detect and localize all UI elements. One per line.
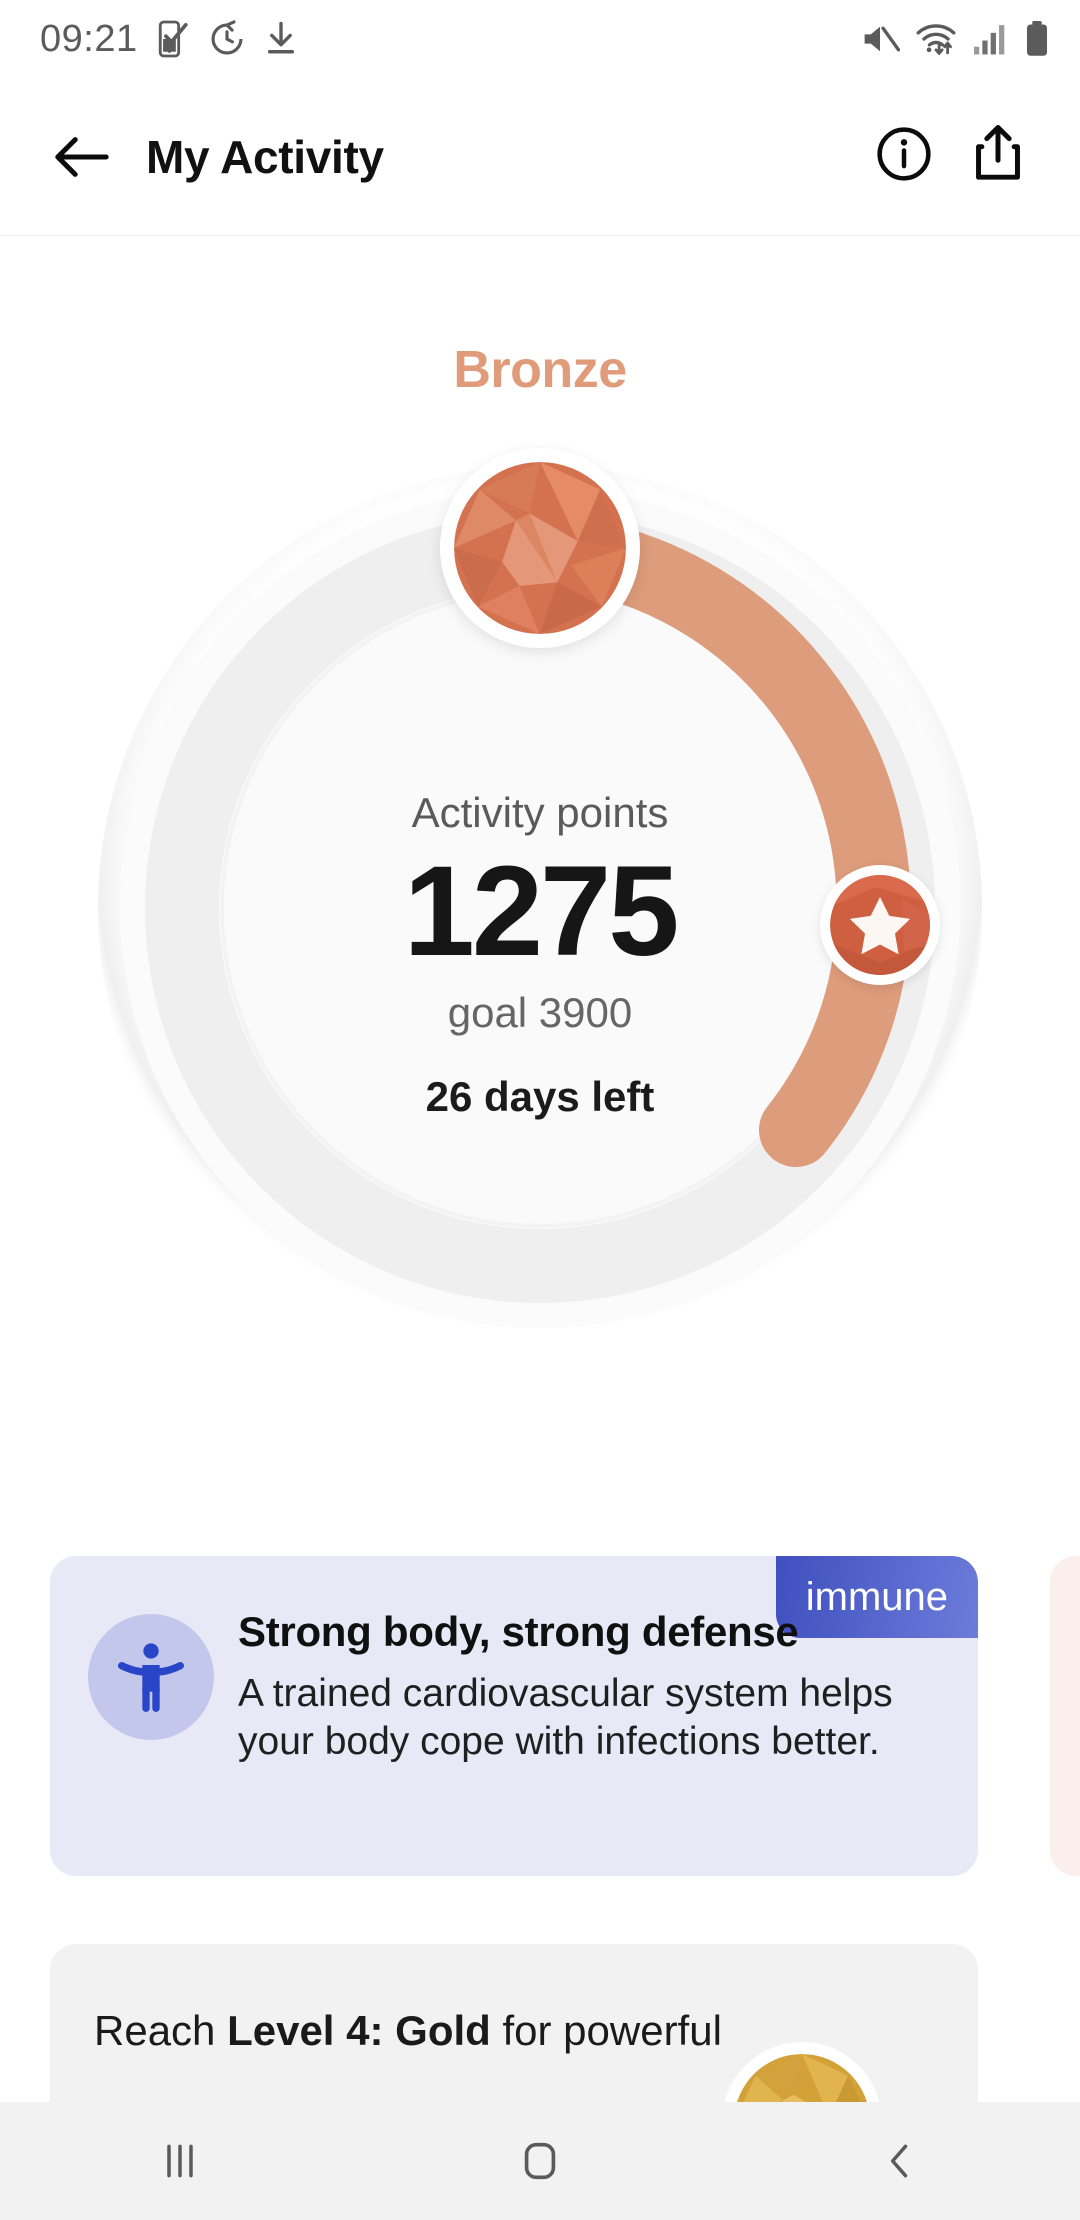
accessibility-icon-circle: [88, 1614, 214, 1740]
star-milestone-badge[interactable]: [820, 865, 940, 985]
app-screen: 09:21 My Activity Bronze Activity points…: [0, 0, 1080, 2220]
status-bar: 09:21: [0, 0, 1080, 78]
activity-ring[interactable]: Activity points 1275 goal 3900 26 days l…: [60, 430, 1020, 1480]
share-icon: [976, 125, 1020, 180]
info-icon: [877, 127, 931, 181]
app-bar: My Activity: [0, 78, 1080, 236]
share-button[interactable]: [972, 125, 1024, 188]
bronze-medal-icon: [454, 462, 626, 634]
signal-icon: [974, 25, 1005, 55]
bronze-medal-badge[interactable]: [440, 448, 640, 648]
back-button[interactable]: [26, 133, 136, 181]
star-badge-icon: [830, 875, 930, 975]
status-bar-clock: 09:21: [40, 17, 138, 60]
benefit-card-text: Strong body, strong defense A trained ca…: [238, 1608, 938, 1765]
download-icon: [267, 21, 294, 54]
next-level-text: Reach Level 4: Gold for powerful: [94, 2004, 754, 2059]
clock-reset-icon: [211, 20, 243, 55]
benefit-card-body: Strong body, strong defense A trained ca…: [50, 1556, 978, 1765]
benefit-card-next-peek[interactable]: [1050, 1556, 1080, 1876]
nav-back-icon: [890, 2144, 908, 2178]
app-bar-actions: [876, 125, 1024, 188]
nav-recents-button[interactable]: [80, 2102, 280, 2220]
benefit-cards-row[interactable]: immune Strong body, strong defense A tra…: [0, 1556, 1080, 1894]
benefit-card-description: A trained cardiovascular system helps yo…: [238, 1672, 893, 1763]
recents-icon: [167, 2144, 193, 2178]
battery-icon: [1026, 21, 1048, 56]
accessibility-icon: [118, 1643, 184, 1712]
phone-check-icon: [158, 20, 188, 58]
next-level-text-before: Reach: [94, 2007, 228, 2054]
level-label: Bronze: [453, 341, 627, 399]
nav-home-button[interactable]: [440, 2102, 640, 2220]
mute-icon: [864, 26, 900, 52]
next-level-text-after: for powerful: [490, 2007, 722, 2054]
page-title: My Activity: [146, 130, 384, 183]
back-arrow-icon: [55, 136, 109, 177]
benefit-card-title: Strong body, strong defense: [238, 1608, 799, 1655]
wifi-icon: [916, 24, 956, 55]
android-navigation-bar: [0, 2102, 1080, 2220]
status-bar-right: [860, 21, 1050, 57]
next-level-name: Level 4: Gold: [227, 2007, 491, 2054]
status-bar-left: 09:21: [40, 18, 298, 61]
info-button[interactable]: [876, 126, 932, 187]
benefit-card-immune[interactable]: immune Strong body, strong defense A tra…: [50, 1556, 978, 1876]
home-icon: [524, 2142, 556, 2180]
nav-back-button[interactable]: [800, 2102, 1000, 2220]
